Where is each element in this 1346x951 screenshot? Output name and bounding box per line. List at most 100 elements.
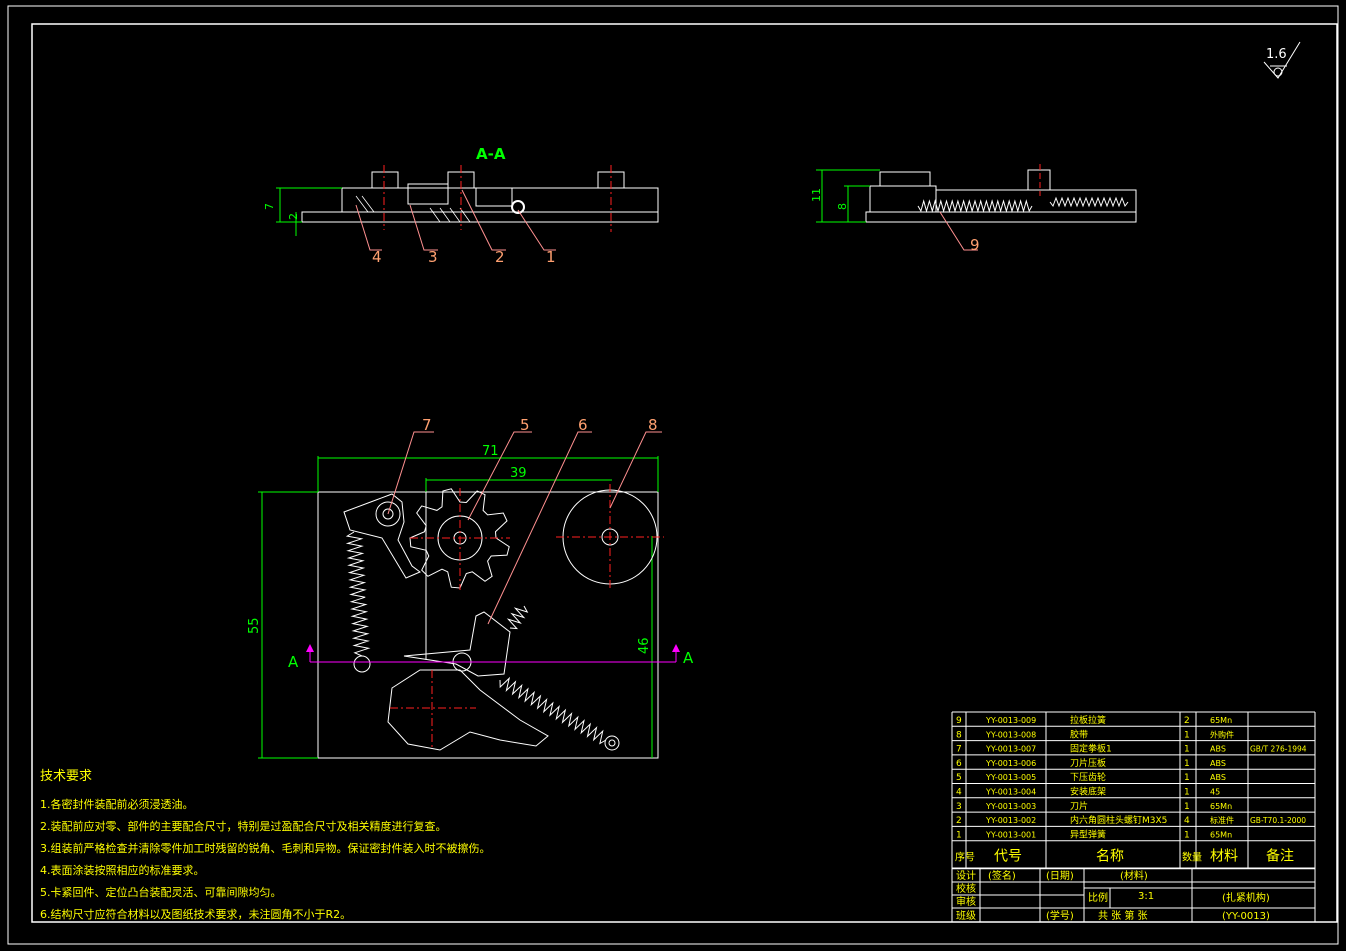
fixed-pawl xyxy=(343,493,421,579)
bom-code: YY-0013-008 xyxy=(985,730,1036,739)
bom-qty: 1 xyxy=(1184,773,1190,783)
bom-qty: 4 xyxy=(1184,816,1190,826)
tb-student-no: (学号) xyxy=(1046,909,1074,922)
dim-46: 46 xyxy=(637,637,652,654)
bom-header-material: 材料 xyxy=(1210,849,1238,865)
tb-sign: (签名) xyxy=(988,869,1016,882)
dim-2: 2 xyxy=(287,213,300,220)
balloon-9: 9 xyxy=(970,236,980,254)
bom-name: 异型弹簧 xyxy=(1070,828,1106,840)
bill-of-materials: 9 YY-0013-009 拉板拉簧 2 65Mn 8 YY-0013-008 胶带 1 外购件 7… xyxy=(951,711,1316,870)
tension-spring-left xyxy=(345,531,371,657)
tb-drawing-no: (YY-0013) xyxy=(1222,911,1270,922)
bom-name: 固定拳板1 xyxy=(1070,743,1112,755)
bom-name: 下压齿轮 xyxy=(1070,771,1106,783)
roughness-symbol: 1.6 xyxy=(1263,41,1301,79)
bom-no: 4 xyxy=(956,788,962,798)
bom-material: 45 xyxy=(1210,788,1220,797)
bom-code: YY-0013-001 xyxy=(985,830,1036,839)
bom-name: 刀片 xyxy=(1070,800,1088,812)
section-marker-left: A xyxy=(288,653,299,671)
balloon-3: 3 xyxy=(428,248,438,266)
bom-code: YY-0013-005 xyxy=(985,773,1036,782)
tb-check: 校核 xyxy=(956,882,976,895)
bom-material: 65Mn xyxy=(1210,716,1232,725)
bom-material: 外购件 xyxy=(1210,729,1234,739)
bom-material: ABS xyxy=(1210,759,1226,768)
bom-note: GB/T 276-1994 xyxy=(1250,745,1307,754)
dim-55: 55 xyxy=(247,617,262,634)
title-block: 设计 校核 审核 班级 (签名) (日期) (材料) 比例 3:1 (扎紧机构)… xyxy=(951,867,1316,923)
bom-code: YY-0013-002 xyxy=(985,816,1036,825)
bom-no: 2 xyxy=(956,816,962,826)
tb-review: 审核 xyxy=(956,895,976,908)
dim-7: 7 xyxy=(263,203,276,210)
bom-qty: 1 xyxy=(1184,730,1190,740)
tech-item-4: 4.表面涂装按照相应的标准要求。 xyxy=(40,863,205,877)
balloon-1: 1 xyxy=(546,248,556,266)
tech-title: 技术要求 xyxy=(40,769,92,784)
tb-sheets: 共 张 第 张 xyxy=(1098,909,1148,922)
tension-spring-diagonal xyxy=(499,676,607,745)
bom-qty: 1 xyxy=(1184,788,1190,798)
bom-header-qty: 数量 xyxy=(1182,851,1202,864)
bom-no: 5 xyxy=(956,773,962,783)
tech-item-6: 6.结构尺寸应符合材料以及图纸技术要求，未注圆角不小于R2。 xyxy=(40,907,351,921)
tb-drawing-name: (扎紧机构) xyxy=(1222,891,1270,904)
tb-material: (材料) xyxy=(1120,869,1148,882)
bom-material: ABS xyxy=(1210,745,1226,754)
bom-qty: 1 xyxy=(1184,759,1190,769)
tb-scale-label: 比例 xyxy=(1088,891,1108,904)
dim-71: 71 xyxy=(482,444,499,459)
dim-8: 8 xyxy=(836,203,849,210)
tech-item-5: 5.卡紧回件、定位凸台装配灵活、可靠间隙均匀。 xyxy=(40,885,282,899)
bom-name: 拉板拉簧 xyxy=(1070,714,1106,726)
section-label: A-A xyxy=(476,145,506,163)
bom-no: 8 xyxy=(956,730,962,740)
mounting-base xyxy=(317,491,659,759)
bom-qty: 1 xyxy=(1184,745,1190,755)
bom-qty: 1 xyxy=(1184,802,1190,812)
bom-code: YY-0013-007 xyxy=(985,745,1036,754)
bom-material: 标准件 xyxy=(1210,815,1234,825)
bom-code: YY-0013-009 xyxy=(985,716,1036,725)
balloon-2: 2 xyxy=(495,248,505,266)
bom-qty: 2 xyxy=(1184,716,1190,726)
bom-name: 内六角圆柱头螺钉M3X5 xyxy=(1070,814,1167,826)
bom-code: YY-0013-006 xyxy=(985,759,1036,768)
balloon-4: 4 xyxy=(372,248,382,266)
inner-frame xyxy=(31,23,1338,923)
bom-no: 6 xyxy=(956,759,962,769)
tech-requirements: 技术要求 1.各密封件装配前必须浸透油。 2.装配前应对零、部件的主要配合尺寸，… xyxy=(40,769,491,921)
balloon-6: 6 xyxy=(578,416,588,434)
tb-design: 设计 xyxy=(956,869,976,882)
blade-press-plate xyxy=(403,611,511,677)
outer-frame xyxy=(7,5,1339,945)
bom-header-note: 备注 xyxy=(1266,848,1294,865)
bom-header-code: 代号 xyxy=(994,849,1022,865)
bom-no: 1 xyxy=(956,830,962,840)
tech-item-1: 1.各密封件装配前必须浸透油。 xyxy=(40,797,194,811)
bom-material: ABS xyxy=(1210,773,1226,782)
tb-scale: 3:1 xyxy=(1138,891,1154,902)
tb-date: (日期) xyxy=(1046,870,1074,882)
bom-no: 3 xyxy=(956,802,962,812)
bom-name: 胶带 xyxy=(1070,728,1088,740)
cam-plate xyxy=(387,669,549,751)
bom-code: YY-0013-003 xyxy=(985,802,1036,811)
balloon-8: 8 xyxy=(648,416,658,434)
balloon-7: 7 xyxy=(422,416,432,434)
section-marker-right: A xyxy=(683,649,694,667)
bom-note: GB-T70.1-2000 xyxy=(1250,816,1306,825)
dim-11: 11 xyxy=(810,188,823,202)
balloon-5: 5 xyxy=(520,416,530,434)
plan-view: 71 39 55 46 A A 7 5 6 8 xyxy=(247,416,694,759)
bom-header-name: 名称 xyxy=(1096,849,1124,865)
roughness-value: 1.6 xyxy=(1266,47,1287,62)
tech-item-2: 2.装配前应对零、部件的主要配合尺寸，特别是过盈配合尺寸及相关精度进行复查。 xyxy=(40,819,447,833)
bom-material: 65Mn xyxy=(1210,830,1232,839)
section-view-aa: A-A 7 2 1 2 3 4 xyxy=(263,145,659,266)
tech-item-3: 3.组装前严格检查并清除零件加工时残留的锐角、毛刺和异物。保证密封件装入时不被擦… xyxy=(40,841,491,855)
small-spring xyxy=(506,605,529,630)
dim-39: 39 xyxy=(510,466,527,481)
